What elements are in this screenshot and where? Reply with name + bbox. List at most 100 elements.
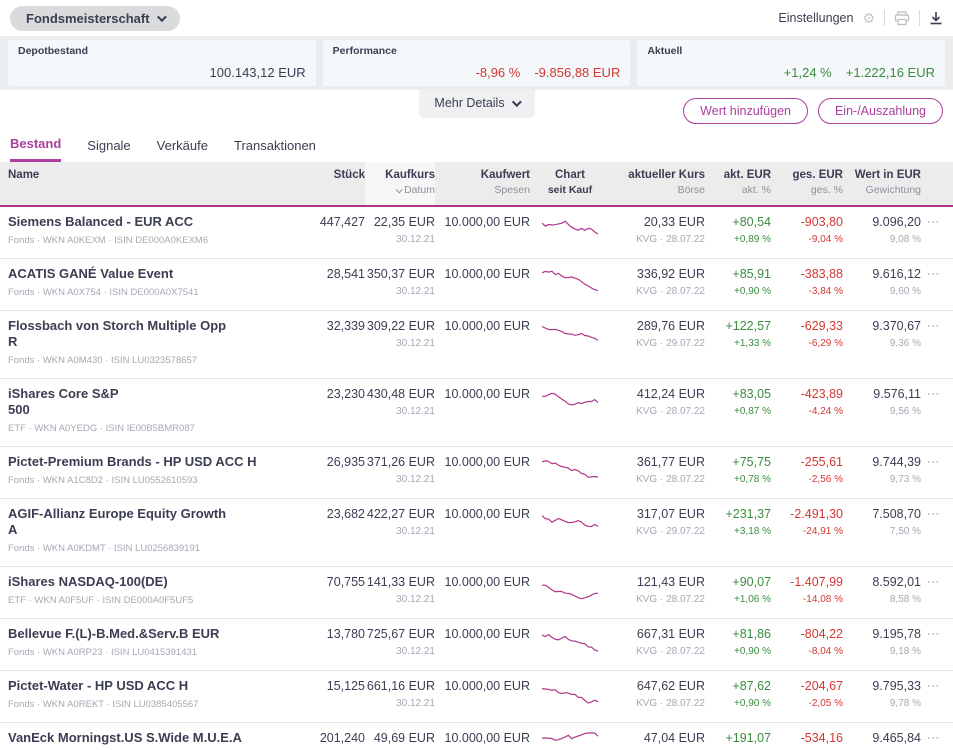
col-ges-eur[interactable]: ges. EURges. % (771, 168, 843, 198)
sparkline-chart[interactable] (530, 266, 610, 293)
stueck-cell: 447,427 (295, 214, 365, 230)
fund-name: Siemens Balanced - EUR ACC (8, 214, 285, 230)
kaufwert-cell: 10.000,00 EUR (435, 214, 530, 230)
row-menu-icon[interactable]: ⋯ (921, 574, 945, 590)
table-row[interactable]: AGIF-Allianz Europe Equity Growth A Fond… (0, 499, 953, 567)
sparkline-chart[interactable] (530, 506, 610, 533)
akt-kurs-cell: 47,04 EURKVG · 28.07.22 (610, 730, 705, 750)
fund-name-cell[interactable]: iShares Core S&P 500 ETF · WKN A0YEDG · … (8, 386, 295, 437)
akt-kurs-cell: 336,92 EURKVG · 28.07.22 (610, 266, 705, 300)
table-row[interactable]: ACATIS GANÉ Value Event Fonds · WKN A0X7… (0, 259, 953, 311)
tab-verkaeufe[interactable]: Verkäufe (157, 136, 208, 162)
fund-name: iShares NASDAQ-100(DE) (8, 574, 285, 590)
gear-icon[interactable]: ⚙ (862, 10, 875, 27)
kaufkurs-cell: 422,27 EUR30.12.21 (365, 506, 435, 540)
sparkline-chart[interactable] (530, 214, 610, 241)
sparkline-chart[interactable] (530, 318, 610, 345)
print-button[interactable] (894, 11, 910, 26)
sparkline-chart[interactable] (530, 678, 610, 705)
akt-kurs-cell: 361,77 EURKVG · 28.07.22 (610, 454, 705, 488)
portfolio-selector[interactable]: Fondsmeisterschaft (10, 6, 180, 31)
kaufwert-cell: 10.000,00 EUR (435, 730, 530, 746)
table-row[interactable]: iShares NASDAQ-100(DE) ETF · WKN A0F5UF … (0, 567, 953, 619)
wert-cell: 9.616,129,60 % (843, 266, 921, 300)
table-row[interactable]: Siemens Balanced - EUR ACC Fonds · WKN A… (0, 207, 953, 259)
akt-eur-cell: +191,07+2,06 % (705, 730, 771, 750)
fund-name-cell[interactable]: iShares NASDAQ-100(DE) ETF · WKN A0F5UF … (8, 574, 295, 609)
summary-band: Depotbestand 100.143,12 EUR Performance … (0, 36, 953, 90)
row-menu-icon[interactable]: ⋯ (921, 318, 945, 334)
kaufkurs-cell: 49,69 EUR30.12.21 (365, 730, 435, 750)
fund-name: VanEck Morningst.US S.Wide M.U.E.A (8, 730, 285, 746)
kaufwert-cell: 10.000,00 EUR (435, 266, 530, 282)
settings-label[interactable]: Einstellungen (778, 11, 853, 25)
row-menu-icon[interactable]: ⋯ (921, 626, 945, 642)
akt-eur-cell: +80,54+0,89 % (705, 214, 771, 248)
fund-name-cell[interactable]: Siemens Balanced - EUR ACC Fonds · WKN A… (8, 214, 295, 249)
row-menu-icon[interactable]: ⋯ (921, 678, 945, 694)
kaufkurs-cell: 661,16 EUR30.12.21 (365, 678, 435, 712)
download-button[interactable] (929, 11, 943, 25)
kaufkurs-cell: 141,33 EUR30.12.21 (365, 574, 435, 608)
col-stueck[interactable]: Stück (295, 168, 365, 183)
ges-eur-cell: -383,88-3,84 % (771, 266, 843, 300)
kaufkurs-cell: 22,35 EUR30.12.21 (365, 214, 435, 248)
row-menu-icon[interactable]: ⋯ (921, 454, 945, 470)
stueck-cell: 201,240 (295, 730, 365, 746)
deposit-withdraw-button[interactable]: Ein-/Auszahlung (818, 98, 943, 124)
sparkline-chart[interactable] (530, 386, 610, 413)
fund-name: Pictet-Water - HP USD ACC H (8, 678, 285, 694)
sparkline-chart[interactable] (530, 454, 610, 481)
fund-meta: Fonds · WKN A0RP23 · ISIN LU0415391431 (8, 645, 285, 661)
row-menu-icon[interactable]: ⋯ (921, 214, 945, 230)
row-menu-icon[interactable]: ⋯ (921, 506, 945, 522)
table-row[interactable]: Pictet-Premium Brands - HP USD ACC H Fon… (0, 447, 953, 499)
table-row[interactable]: Bellevue F.(L)-B.Med.&Serv.B EUR Fonds ·… (0, 619, 953, 671)
akt-kurs-cell: 317,07 EURKVG · 29.07.22 (610, 506, 705, 540)
fund-name-cell[interactable]: AGIF-Allianz Europe Equity Growth A Fond… (8, 506, 295, 557)
fund-name-cell[interactable]: Pictet-Water - HP USD ACC H Fonds · WKN … (8, 678, 295, 713)
row-menu-icon[interactable]: ⋯ (921, 266, 945, 282)
table-header: Name Stück Kaufkurs Datum KaufwertSpesen… (0, 162, 953, 207)
more-details-button[interactable]: Mehr Details (418, 90, 534, 118)
table-row[interactable]: Pictet-Water - HP USD ACC H Fonds · WKN … (0, 671, 953, 723)
fund-name-cell[interactable]: VanEck Morningst.US S.Wide M.U.E.A ETF ·… (8, 730, 295, 750)
col-kaufwert[interactable]: KaufwertSpesen (435, 168, 530, 198)
table-row[interactable]: Flossbach von Storch Multiple Opp R Fond… (0, 311, 953, 379)
ges-eur-cell: -903,80-9,04 % (771, 214, 843, 248)
fund-name-line2: A (8, 522, 285, 538)
col-kaufkurs[interactable]: Kaufkurs Datum (365, 162, 435, 205)
kaufwert-cell: 10.000,00 EUR (435, 574, 530, 590)
add-value-button[interactable]: Wert hinzufügen (683, 98, 808, 124)
akt-kurs-cell: 289,76 EURKVG · 29.07.22 (610, 318, 705, 352)
akt-eur-cell: +81,86+0,90 % (705, 626, 771, 660)
col-name[interactable]: Name (8, 168, 295, 183)
tab-transaktionen[interactable]: Transaktionen (234, 136, 316, 162)
table-row[interactable]: VanEck Morningst.US S.Wide M.U.E.A ETF ·… (0, 723, 953, 750)
col-wert[interactable]: Wert in EURGewichtung (843, 168, 921, 198)
col-akt-eur[interactable]: akt. EURakt. % (705, 168, 771, 198)
fund-name-cell[interactable]: ACATIS GANÉ Value Event Fonds · WKN A0X7… (8, 266, 295, 301)
table-row[interactable]: iShares Core S&P 500 ETF · WKN A0YEDG · … (0, 379, 953, 447)
ges-eur-cell: -255,61-2,56 % (771, 454, 843, 488)
row-menu-icon[interactable]: ⋯ (921, 730, 945, 746)
more-details-label: Mehr Details (434, 96, 504, 110)
col-akt-kurs[interactable]: aktueller KursBörse (610, 168, 705, 198)
top-bar: Fondsmeisterschaft Einstellungen ⚙ (0, 0, 953, 36)
stueck-cell: 70,755 (295, 574, 365, 590)
fund-name-cell[interactable]: Bellevue F.(L)-B.Med.&Serv.B EUR Fonds ·… (8, 626, 295, 661)
kaufwert-cell: 10.000,00 EUR (435, 454, 530, 470)
kaufkurs-cell: 430,48 EUR30.12.21 (365, 386, 435, 420)
row-menu-icon[interactable]: ⋯ (921, 386, 945, 402)
ges-eur-cell: -423,89-4,24 % (771, 386, 843, 420)
tab-signale[interactable]: Signale (87, 136, 130, 162)
kaufwert-cell: 10.000,00 EUR (435, 626, 530, 642)
fund-name-cell[interactable]: Flossbach von Storch Multiple Opp R Fond… (8, 318, 295, 369)
performance-value: -9.856,88 EUR (534, 65, 620, 80)
tab-bestand[interactable]: Bestand (10, 136, 61, 162)
fund-name-cell[interactable]: Pictet-Premium Brands - HP USD ACC H Fon… (8, 454, 295, 489)
col-chart[interactable]: Chartseit Kauf (530, 168, 610, 198)
sparkline-chart[interactable] (530, 626, 610, 653)
sparkline-chart[interactable] (530, 730, 610, 750)
sparkline-chart[interactable] (530, 574, 610, 601)
